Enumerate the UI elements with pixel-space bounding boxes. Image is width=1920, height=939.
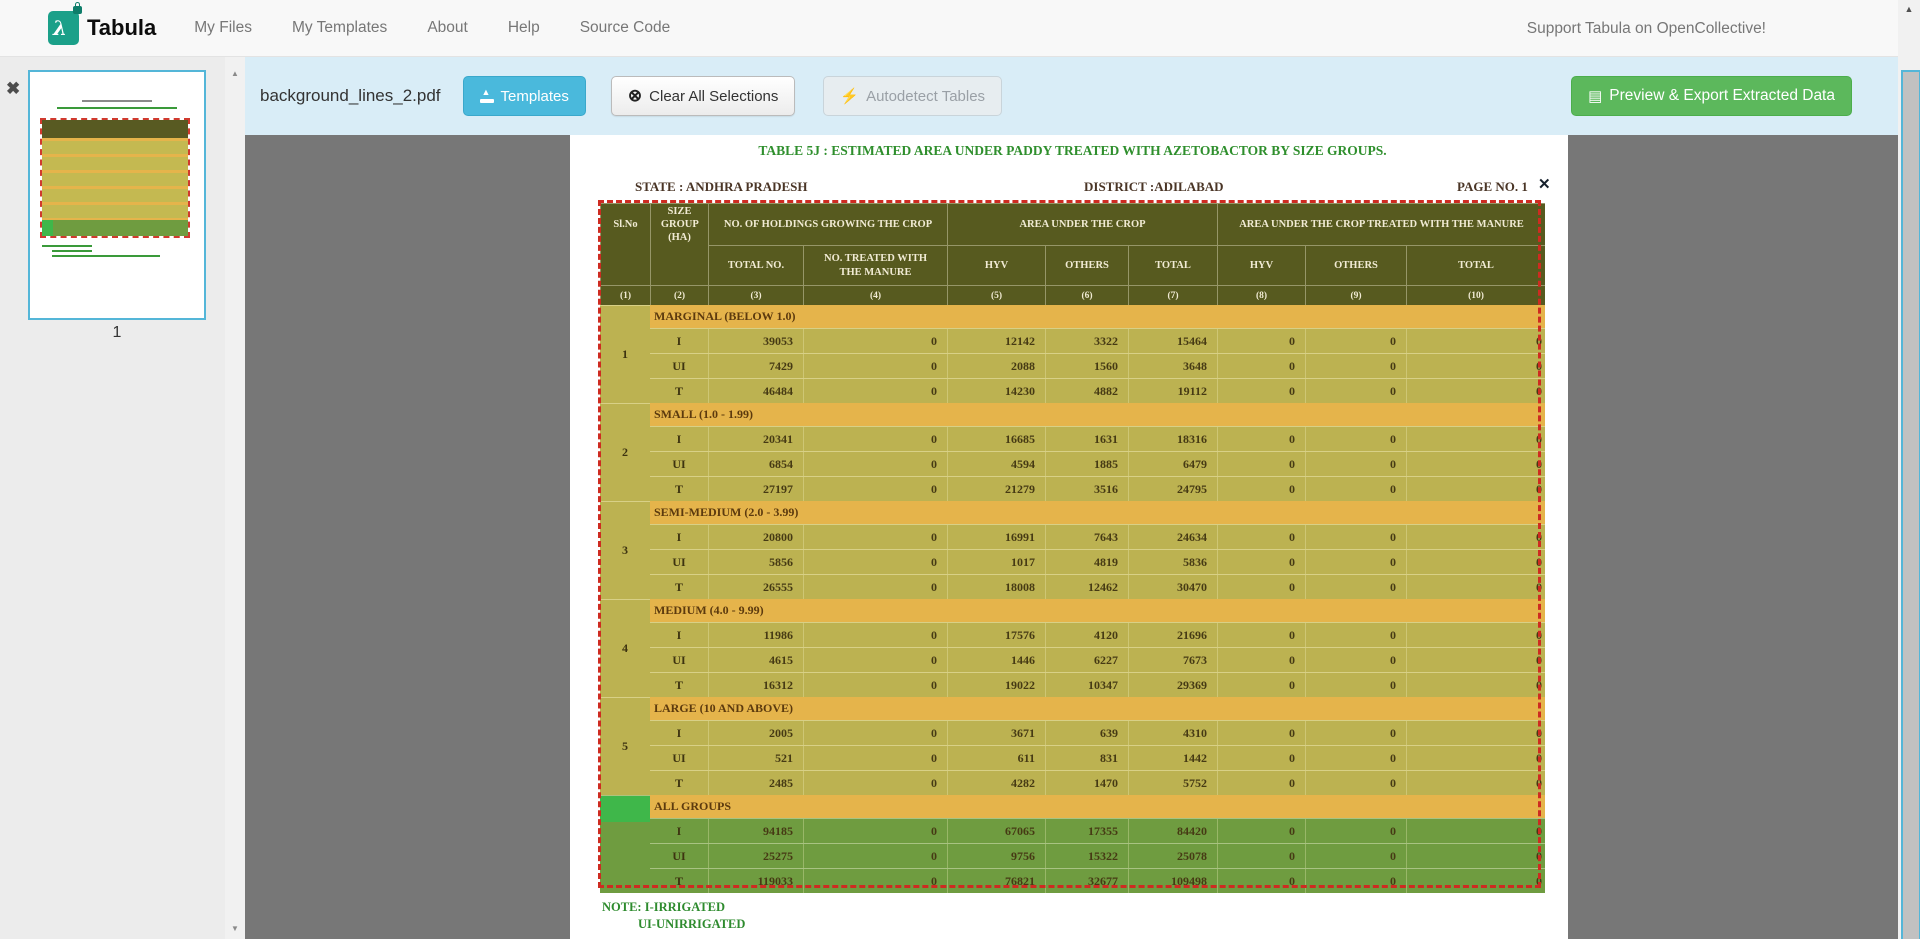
- nav-source-code[interactable]: Source Code: [580, 19, 670, 37]
- pdf-table-title: TABLE 5J : ESTIMATED AREA UNDER PADDY TR…: [600, 143, 1545, 159]
- nav-my-templates[interactable]: My Templates: [292, 19, 387, 37]
- tabula-app: λ Tabula My Files My Templates About Hel…: [0, 0, 1920, 939]
- thumbnail-page-number: 1: [28, 324, 206, 342]
- scroll-up-icon[interactable]: ▲: [225, 69, 245, 78]
- nav-links: My Files My Templates About Help Source …: [194, 19, 670, 37]
- tabula-logo-icon: λ: [48, 11, 79, 45]
- brand[interactable]: λ Tabula: [48, 11, 156, 45]
- pdf-district-label: DISTRICT :ADILABAD: [1084, 179, 1224, 195]
- template-upload-icon: [480, 90, 494, 103]
- nav-help[interactable]: Help: [508, 19, 540, 37]
- pdf-page-number-label: PAGE NO. 1: [1457, 179, 1528, 195]
- toolbar: background_lines_2.pdf Templates ⊗ Clear…: [245, 57, 1898, 135]
- support-link[interactable]: Support Tabula on OpenCollective!: [1527, 0, 1766, 57]
- brand-name: Tabula: [87, 15, 156, 41]
- nav-about[interactable]: About: [427, 19, 468, 37]
- pdf-note-line2: UI-UNIRRIGATED: [638, 917, 745, 932]
- preview-export-button[interactable]: ▤ Preview & Export Extracted Data: [1571, 76, 1852, 116]
- nav-my-files[interactable]: My Files: [194, 19, 252, 37]
- sidebar-scrollbar[interactable]: ▲ ▼: [225, 57, 245, 939]
- pdf-state-label: STATE : ANDHRA PRADESH: [635, 179, 808, 195]
- remove-file-icon[interactable]: ✖: [6, 79, 20, 99]
- remove-selection-icon[interactable]: ✕: [1538, 175, 1551, 194]
- autodetect-tables-button[interactable]: ⚡ Autodetect Tables: [823, 76, 1002, 116]
- page-thumbnail[interactable]: [28, 70, 206, 320]
- pdf-note-line1: NOTE: I-IRRIGATED: [602, 900, 725, 915]
- sidebar: ✖ 1: [0, 57, 225, 939]
- selection-box[interactable]: [598, 200, 1541, 888]
- window-scrollbar[interactable]: ▲: [1898, 0, 1920, 939]
- clear-circle-x-icon: ⊗: [628, 86, 642, 106]
- templates-button[interactable]: Templates: [463, 76, 586, 116]
- pdf-page: TABLE 5J : ESTIMATED AREA UNDER PADDY TR…: [570, 135, 1568, 939]
- scroll-down-icon[interactable]: ▼: [225, 924, 245, 933]
- main-area: background_lines_2.pdf Templates ⊗ Clear…: [245, 57, 1898, 939]
- filename-label: background_lines_2.pdf: [260, 86, 441, 106]
- window-scroll-up-icon[interactable]: ▲: [1898, 4, 1920, 14]
- window-scrollbar-thumb[interactable]: [1901, 70, 1920, 939]
- navbar: λ Tabula My Files My Templates About Hel…: [0, 0, 1898, 57]
- table-list-icon: ▤: [1588, 87, 1602, 105]
- thumbnail-table: [40, 118, 190, 238]
- lock-icon: [73, 6, 82, 14]
- document-viewport: TABLE 5J : ESTIMATED AREA UNDER PADDY TR…: [245, 135, 1898, 939]
- lightning-icon: ⚡: [840, 87, 859, 105]
- clear-all-selections-button[interactable]: ⊗ Clear All Selections: [611, 76, 795, 116]
